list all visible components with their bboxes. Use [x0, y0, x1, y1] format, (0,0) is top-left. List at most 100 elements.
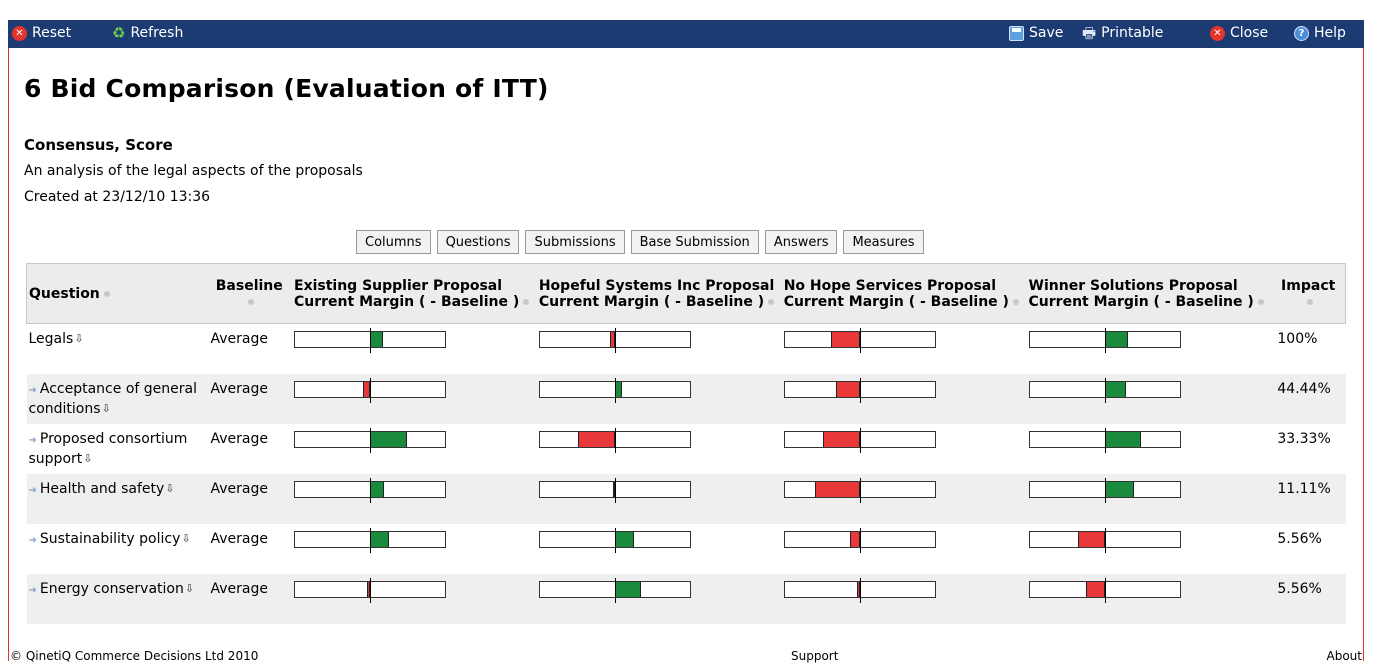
baseline-axis-line	[370, 577, 371, 603]
baseline-axis-line	[859, 427, 861, 453]
margin-bar-fill	[1104, 332, 1128, 347]
drill-down-icon[interactable]: ⇩	[165, 480, 174, 498]
baseline-cell: Average	[210, 480, 269, 497]
table-row: ➜ Health and safety⇩ Average 11.11%	[26, 473, 1346, 524]
margin-bar	[294, 377, 446, 403]
impact-column-header[interactable]: Impact	[1271, 264, 1345, 324]
margin-cell	[292, 524, 537, 574]
margin-cell	[1027, 374, 1272, 424]
existing-supplier-column-header[interactable]: Existing Supplier Proposal Current Margi…	[292, 264, 537, 324]
margin-bar	[538, 527, 691, 553]
sort-icon[interactable]	[103, 290, 110, 297]
margin-bar	[294, 328, 446, 353]
no-hope-services-column-header[interactable]: No Hope Services Proposal Current Margin…	[782, 264, 1027, 324]
margin-bar-fill	[849, 531, 860, 547]
baseline-axis-line	[370, 377, 371, 403]
child-arrow-icon: ➜	[28, 584, 37, 596]
margin-bar	[783, 328, 936, 353]
sort-icon[interactable]	[1012, 298, 1019, 305]
question-label[interactable]: Acceptance of general conditions	[29, 381, 197, 417]
question-column-header[interactable]: Question	[27, 264, 207, 324]
hopeful-systems-column-header[interactable]: Hopeful Systems Inc Proposal Current Mar…	[537, 264, 782, 324]
answers-button[interactable]: Answers	[764, 230, 838, 254]
submissions-button[interactable]: Submissions	[525, 230, 625, 254]
sort-icon[interactable]	[1257, 298, 1264, 305]
question-cell: ➜ Health and safety⇩	[27, 474, 207, 524]
refresh-icon: ♻	[112, 23, 126, 42]
baseline-cell: Average	[210, 380, 269, 397]
question-label[interactable]: Sustainability policy	[40, 531, 180, 547]
margin-bar	[538, 577, 691, 603]
margin-cell	[1027, 474, 1272, 524]
margin-bar-fill	[370, 531, 389, 547]
margin-cell	[537, 374, 782, 424]
margin-bar	[294, 477, 446, 503]
baseline-axis-line	[1104, 427, 1106, 453]
printer-icon: 🖶	[1082, 23, 1097, 42]
base-submission-button[interactable]: Base Submission	[630, 230, 759, 254]
measures-button[interactable]: Measures	[843, 230, 924, 254]
no-hope-services-header-label: No Hope Services Proposal Current Margin…	[783, 277, 1009, 310]
view-options-bar: Columns Questions Submissions Base Submi…	[356, 230, 924, 254]
drill-down-icon[interactable]: ⇩	[74, 330, 83, 348]
reset-button[interactable]: Reset	[12, 25, 71, 41]
question-label[interactable]: Energy conservation	[40, 581, 184, 597]
bid-comparison-table: Question Baseline Existing Supplier Prop…	[26, 263, 1346, 624]
child-arrow-icon: ➜	[28, 384, 37, 396]
drill-down-icon[interactable]: ⇩	[83, 450, 92, 468]
reset-icon	[12, 25, 27, 41]
sort-icon[interactable]	[768, 298, 775, 305]
question-label[interactable]: Proposed consortium support	[29, 431, 188, 467]
drill-down-icon[interactable]: ⇩	[185, 580, 194, 598]
margin-bar	[1028, 377, 1181, 403]
help-button[interactable]: Help	[1294, 25, 1346, 41]
question-cell: ➜ Energy conservation⇩	[27, 574, 207, 624]
margin-cell	[1027, 424, 1272, 474]
printable-button[interactable]: 🖶 Printable	[1082, 25, 1163, 41]
margin-cell	[1027, 324, 1272, 374]
baseline-axis-line	[859, 328, 861, 353]
margin-bar	[538, 427, 691, 453]
margin-bar-fill	[1078, 531, 1105, 547]
margin-bar-fill	[1104, 431, 1142, 447]
sort-icon[interactable]	[523, 298, 530, 305]
sort-icon[interactable]	[1307, 298, 1314, 305]
winner-solutions-column-header[interactable]: Winner Solutions Proposal Current Margin…	[1027, 264, 1272, 324]
baseline-axis-line	[1104, 477, 1106, 503]
question-cell: Legals⇩	[27, 324, 207, 374]
child-arrow-icon: ➜	[28, 484, 37, 496]
question-label[interactable]: Health and safety	[40, 481, 164, 497]
question-label[interactable]: Legals	[29, 331, 74, 347]
margin-cell	[537, 574, 782, 624]
baseline-column-header[interactable]: Baseline	[207, 264, 292, 324]
margin-bar-fill	[822, 431, 860, 447]
margin-bar	[1028, 427, 1181, 453]
columns-button[interactable]: Columns	[356, 230, 431, 254]
baseline-axis-line	[1104, 377, 1106, 403]
child-arrow-icon: ➜	[28, 434, 37, 446]
baseline-cell: Average	[210, 580, 269, 597]
impact-cell: 11.11%	[1277, 480, 1331, 497]
baseline-axis-line	[614, 527, 616, 553]
margin-bar	[1028, 477, 1181, 503]
close-button[interactable]: Close	[1210, 25, 1268, 41]
save-button[interactable]: Save	[1009, 25, 1063, 41]
questions-button[interactable]: Questions	[436, 230, 520, 254]
margin-bar-fill	[578, 431, 615, 447]
hopeful-systems-header-label: Hopeful Systems Inc Proposal Current Mar…	[538, 277, 775, 310]
table-row: ➜ Sustainability policy⇩ Average 5.56%	[27, 524, 1346, 574]
margin-bar	[538, 477, 691, 503]
baseline-cell: Average	[210, 331, 269, 347]
margin-cell	[782, 474, 1027, 524]
refresh-button[interactable]: ♻ Refresh	[112, 25, 183, 41]
drill-down-icon[interactable]: ⇩	[181, 530, 190, 548]
drill-down-icon[interactable]: ⇩	[102, 400, 111, 418]
margin-cell	[537, 474, 782, 524]
margin-bar-fill	[1104, 481, 1134, 497]
baseline-axis-line	[370, 427, 371, 453]
question-cell: ➜ Proposed consortium support⇩	[27, 424, 207, 474]
baseline-header-label: Baseline	[215, 277, 283, 294]
sort-icon[interactable]	[248, 298, 255, 305]
margin-bar	[1028, 527, 1181, 553]
margin-bar	[783, 477, 936, 503]
